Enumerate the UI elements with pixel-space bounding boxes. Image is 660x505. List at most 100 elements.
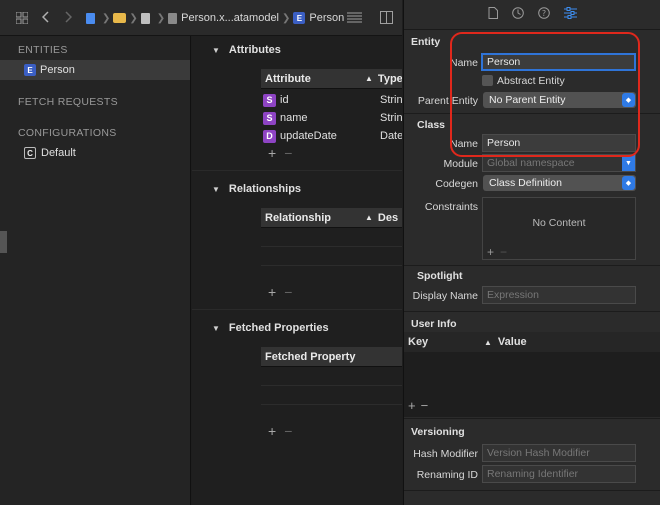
user-info-header: Key ▲ Value: [404, 332, 660, 352]
back-chevron-icon[interactable]: [42, 11, 50, 23]
table-row[interactable]: S id Strin: [261, 91, 402, 109]
forward-chevron-icon[interactable]: [64, 11, 72, 23]
fetched-properties-section-title[interactable]: ▼ Fetched Properties: [212, 322, 329, 334]
empty-row-line: [261, 265, 402, 266]
string-type-icon: S: [263, 93, 276, 107]
divider: [192, 309, 402, 310]
configurations-header: CONFIGURATIONS: [18, 127, 117, 139]
remove-constraint-button[interactable]: −: [500, 245, 507, 259]
class-name-field[interactable]: Person: [482, 134, 636, 152]
attribute-type: Strin: [380, 94, 402, 106]
folder-icon[interactable]: [113, 13, 127, 23]
relationships-section-title[interactable]: ▼ Relationships: [212, 183, 301, 195]
entity-icon: E: [293, 12, 306, 24]
svg-text:?: ?: [542, 9, 546, 18]
renaming-id-label: Renaming ID: [416, 469, 478, 481]
sort-up-icon: ▲: [365, 213, 373, 222]
datamodel-file-icon[interactable]: [140, 12, 150, 24]
add-fetched-property-button[interactable]: +: [268, 423, 276, 439]
attributes-section-title[interactable]: ▼ Attributes: [212, 44, 281, 56]
module-label: Module: [443, 158, 478, 170]
versioning-section-title: Versioning: [411, 426, 465, 438]
split-editor-icon[interactable]: [380, 11, 393, 24]
disclosure-triangle-icon[interactable]: ▼: [212, 324, 220, 333]
module-field[interactable]: Global namespace ▼: [482, 154, 636, 172]
breadcrumb-entity[interactable]: Person: [309, 12, 344, 24]
user-info-table: Key ▲ Value + −: [404, 332, 660, 417]
divider: [192, 170, 402, 171]
parent-entity-popup[interactable]: No Parent Entity ◆: [483, 92, 636, 108]
remove-relationship-button[interactable]: −: [284, 284, 292, 300]
sidebar-item-default[interactable]: C Default: [0, 143, 190, 163]
empty-row-line: [261, 246, 402, 247]
entity-name-field[interactable]: Person: [481, 53, 636, 71]
attribute-name: id: [280, 94, 289, 106]
hash-modifier-field[interactable]: Version Hash Modifier: [482, 444, 636, 462]
sort-up-icon: ▲: [365, 74, 373, 83]
hash-modifier-label: Hash Modifier: [413, 448, 478, 460]
data-model-inspector: ? Entity Name Person Abstract Entity Par…: [403, 0, 660, 505]
breadcrumb: ❯ ❯ ❯ Person.x...atamodel ❯ E Person: [86, 12, 344, 24]
breadcrumb-separator-icon: ❯: [282, 12, 291, 24]
disclosure-triangle-icon[interactable]: ▼: [212, 185, 220, 194]
codegen-popup[interactable]: Class Definition ◆: [483, 175, 636, 191]
table-row[interactable]: S name Strin: [261, 109, 402, 127]
sidebar-item-person[interactable]: E Person: [0, 60, 190, 80]
attribute-type: Strin: [380, 112, 402, 124]
divider: [404, 265, 660, 266]
grid-icon[interactable]: [16, 12, 28, 24]
entity-editor: ▼ Attributes Attribute ▲ Type S id Strin…: [192, 36, 402, 505]
constraints-box[interactable]: No Content + −: [482, 197, 636, 260]
add-constraint-button[interactable]: +: [487, 245, 494, 259]
file-inspector-icon[interactable]: [488, 7, 498, 22]
add-user-info-button[interactable]: +: [408, 398, 416, 413]
spotlight-section-title: Spotlight: [417, 270, 463, 282]
sidebar-item-label: Default: [41, 147, 76, 159]
project-file-icon[interactable]: [86, 12, 95, 24]
abstract-entity-checkbox[interactable]: [482, 75, 493, 86]
fetch-requests-header: FETCH REQUESTS: [18, 96, 118, 108]
editor-style-icon[interactable]: [347, 12, 362, 24]
configuration-icon: C: [24, 147, 36, 159]
divider: [404, 311, 660, 312]
table-row[interactable]: D updateDate Date: [261, 127, 402, 145]
breadcrumb-separator-icon: ❯: [156, 12, 166, 24]
data-model-inspector-icon[interactable]: [564, 7, 577, 22]
column-header-key[interactable]: Key: [408, 336, 484, 348]
parent-entity-label: Parent Entity: [417, 95, 478, 107]
column-header-type[interactable]: Type: [378, 73, 402, 85]
empty-row-line: [261, 385, 402, 386]
add-relationship-button[interactable]: +: [268, 284, 276, 300]
editor-toolbar: ❯ ❯ ❯ Person.x...atamodel ❯ E Person: [0, 0, 402, 36]
entity-sidebar: ENTITIES E Person FETCH REQUESTS CONFIGU…: [0, 36, 191, 505]
renaming-id-field[interactable]: Renaming Identifier: [482, 465, 636, 483]
string-type-icon: S: [263, 111, 276, 125]
remove-attribute-button[interactable]: −: [284, 145, 292, 161]
datamodel-icon: [168, 12, 178, 24]
add-attribute-button[interactable]: +: [268, 145, 276, 161]
attribute-type: Date: [380, 130, 402, 142]
chevron-down-icon[interactable]: ▼: [622, 155, 635, 171]
column-header-attribute[interactable]: Attribute: [265, 73, 365, 85]
column-header-destination[interactable]: Des: [378, 212, 398, 224]
history-inspector-icon[interactable]: [512, 7, 524, 22]
entity-section-title: Entity: [411, 36, 441, 48]
breadcrumb-separator-icon: ❯: [102, 12, 111, 24]
breadcrumb-datamodel[interactable]: Person.x...atamodel: [181, 12, 279, 24]
attributes-table-header: Attribute ▲ Type: [261, 69, 402, 89]
constraints-empty-text: No Content: [532, 217, 586, 229]
disclosure-triangle-icon[interactable]: ▼: [212, 46, 220, 55]
remove-fetched-property-button[interactable]: −: [284, 423, 292, 439]
entity-icon: E: [24, 64, 36, 76]
relationship-add-remove: + −: [268, 284, 292, 300]
display-name-label: Display Name: [412, 290, 478, 302]
column-header-value[interactable]: Value: [498, 336, 527, 348]
sort-up-icon: ▲: [484, 337, 492, 347]
column-header-relationship[interactable]: Relationship: [265, 212, 365, 224]
column-header-fetched-property[interactable]: Fetched Property: [265, 351, 355, 363]
sidebar-item-label: Person: [40, 64, 75, 76]
remove-user-info-button[interactable]: −: [421, 398, 429, 413]
sidebar-scroll-indicator[interactable]: [0, 231, 7, 253]
help-inspector-icon[interactable]: ?: [538, 7, 550, 22]
display-name-field[interactable]: Expression: [482, 286, 636, 304]
